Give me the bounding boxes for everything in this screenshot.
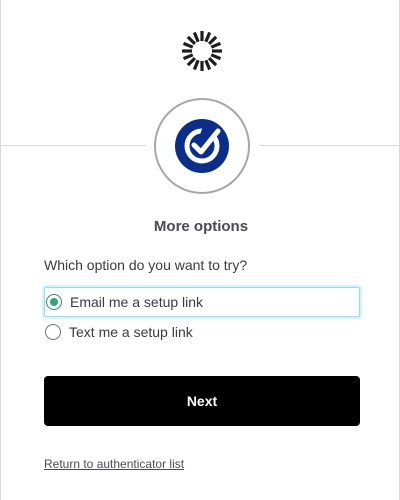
logo-ray <box>204 59 212 71</box>
next-button[interactable]: Next <box>44 376 360 426</box>
factor-icon-ring <box>154 98 250 194</box>
logo-ray <box>210 41 222 49</box>
okta-verify-icon <box>175 119 229 173</box>
email-option-label: Email me a setup link <box>70 294 204 310</box>
logo-ray <box>207 56 218 67</box>
auth-card: More options Which option do you want to… <box>0 0 400 500</box>
okta-sunburst-icon <box>182 31 222 71</box>
logo-ray <box>207 35 218 46</box>
divider-right <box>259 145 400 146</box>
text-option-radio[interactable] <box>45 324 61 340</box>
text-option-label: Text me a setup link <box>69 324 193 340</box>
logo-ray <box>182 41 194 49</box>
return-to-authenticator-list-link[interactable]: Return to authenticator list <box>44 457 184 471</box>
email-setup-link-option[interactable]: Email me a setup link <box>44 287 360 317</box>
logo-ray <box>204 31 212 43</box>
text-setup-link-option[interactable]: Text me a setup link <box>44 317 360 347</box>
divider-left <box>1 145 146 146</box>
page-title: More options <box>153 218 249 235</box>
logo-ray <box>210 53 222 61</box>
email-option-radio[interactable] <box>46 294 62 310</box>
logo-ray <box>192 59 200 71</box>
option-question: Which option do you want to try? <box>44 257 248 273</box>
logo-ray <box>186 56 197 67</box>
logo-ray <box>192 31 200 43</box>
logo-ray <box>186 35 197 46</box>
logo-ray <box>182 53 194 61</box>
